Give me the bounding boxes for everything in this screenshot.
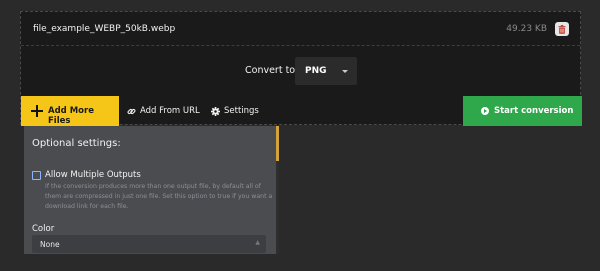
toolbar: Add More Files Add From URL Settings Sta…: [21, 96, 582, 126]
file-name: file_example_WEBP_50kB.webp: [33, 24, 176, 34]
format-select-value: PNG: [305, 66, 327, 76]
add-more-files-button[interactable]: Add More Files: [21, 96, 119, 126]
trash-icon: [558, 24, 566, 34]
file-dropzone[interactable]: file_example_WEBP_50kB.webp 49.23 KB Con…: [20, 11, 582, 126]
start-conversion-button[interactable]: Start conversion: [463, 96, 582, 126]
optional-settings-title: Optional settings:: [32, 138, 121, 149]
gear-icon: [211, 106, 220, 116]
play-circle-icon: [481, 107, 489, 115]
add-from-url-label: Add From URL: [140, 106, 200, 116]
settings-label: Settings: [224, 106, 259, 116]
add-from-url-button[interactable]: Add From URL: [127, 106, 200, 116]
color-select[interactable]: None ▲︎: [32, 235, 266, 253]
color-select-value: None: [40, 240, 60, 249]
optional-settings-panel: Optional settings: Allow Multiple Output…: [24, 126, 276, 254]
color-label: Color: [32, 224, 55, 234]
allow-multiple-outputs-checkbox[interactable]: [32, 171, 41, 180]
file-row: file_example_WEBP_50kB.webp 49.23 KB: [21, 12, 580, 46]
file-size: 49.23 KB: [506, 24, 547, 34]
allow-multiple-outputs-help: If the conversion produces more than one…: [45, 183, 273, 210]
caret-down-icon: [342, 70, 348, 73]
plus-icon: [31, 105, 43, 117]
settings-scrollbar-thumb[interactable]: [276, 126, 279, 161]
chevron-updown-icon: ▲︎: [255, 239, 260, 246]
format-select[interactable]: PNG: [295, 57, 357, 85]
delete-file-button[interactable]: [555, 22, 569, 36]
convert-to-label: Convert to:: [245, 65, 299, 76]
settings-button[interactable]: Settings: [211, 106, 259, 116]
allow-multiple-outputs-label[interactable]: Allow Multiple Outputs: [45, 170, 141, 180]
add-more-files-label: Add More Files: [48, 106, 94, 126]
start-conversion-label: Start conversion: [494, 106, 574, 116]
link-icon: [127, 108, 136, 114]
